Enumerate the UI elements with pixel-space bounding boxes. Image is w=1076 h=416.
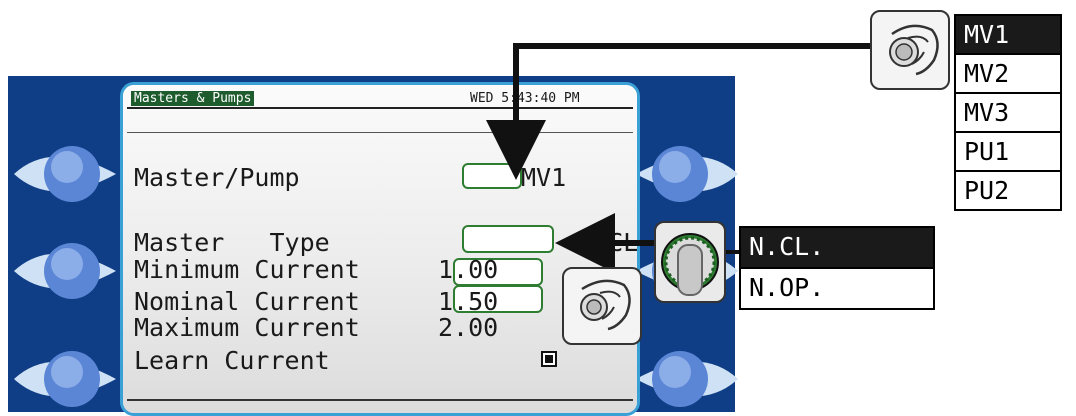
- max-current-value: 2.00: [438, 313, 499, 342]
- master-pump-value: MV1: [521, 163, 567, 192]
- nom-current-value: 1.50: [438, 287, 499, 316]
- left-top-button[interactable]: [12, 139, 116, 209]
- left-bottom-button[interactable]: [12, 344, 116, 414]
- option-mv2[interactable]: MV2: [954, 53, 1062, 94]
- footer-divider: [127, 399, 633, 401]
- max-current-label: Maximum Current: [134, 313, 360, 342]
- option-mv3[interactable]: MV3: [954, 92, 1062, 133]
- master-type-label: Master Type: [134, 228, 330, 257]
- screen-title: Masters & Pumps: [131, 91, 255, 106]
- lcd-screen: Masters & Pumps WED 5:43:40 PM Master/Pu…: [120, 82, 640, 416]
- nom-current-label: Nominal Current: [134, 287, 360, 316]
- option-mv1[interactable]: MV1: [954, 14, 1062, 55]
- option-pu1[interactable]: PU1: [954, 131, 1062, 172]
- header-divider-2: [127, 132, 633, 133]
- learn-current-label: Learn Current: [134, 346, 330, 375]
- min-current-value: 1.00: [438, 255, 499, 284]
- min-current-label: Minimum Current: [134, 255, 360, 284]
- master-type-value: N.CL.: [578, 228, 639, 257]
- datetime: WED 5:43:40 PM: [470, 91, 580, 106]
- option-pu2[interactable]: PU2: [954, 170, 1062, 211]
- header-divider: [127, 107, 633, 109]
- option-n-op[interactable]: N.OP.: [739, 267, 935, 310]
- learn-current-checkbox[interactable]: [541, 351, 557, 367]
- right-bottom-button[interactable]: [636, 344, 740, 414]
- hand-turn-icon: [870, 10, 950, 90]
- master-type-field[interactable]: [462, 225, 554, 253]
- right-top-button[interactable]: [636, 139, 740, 209]
- rotary-knob-icon: [654, 221, 726, 303]
- hand-turn-icon-2: [562, 267, 642, 345]
- left-middle-button[interactable]: [12, 236, 116, 306]
- master-pump-label: Master/Pump: [134, 163, 300, 192]
- master-pump-field[interactable]: [462, 163, 522, 189]
- option-n-cl[interactable]: N.CL.: [739, 226, 935, 269]
